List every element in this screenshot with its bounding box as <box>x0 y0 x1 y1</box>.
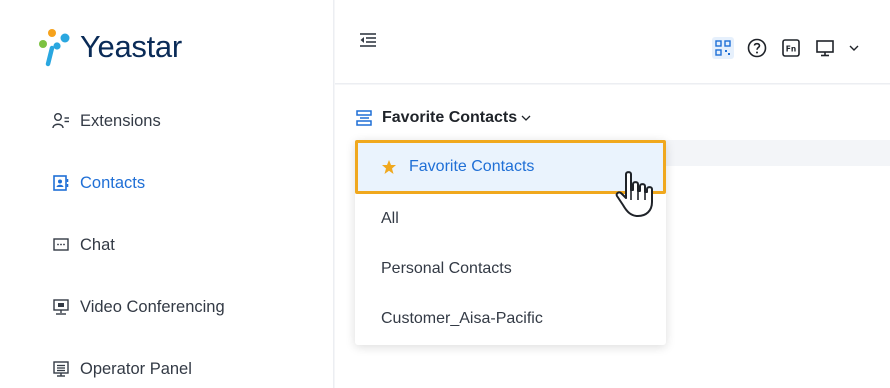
top-bar-actions: Fn <box>712 37 860 59</box>
contact-book-icon <box>52 174 70 192</box>
sidebar: Yeastar Extensions Contacts Chat Video C <box>0 0 334 388</box>
help-icon[interactable] <box>746 37 768 59</box>
chevron-down-icon <box>520 112 532 124</box>
brand-name: Yeastar <box>80 29 182 64</box>
qr-code-icon[interactable] <box>712 37 734 59</box>
yeastar-logo-icon <box>39 29 70 67</box>
dropdown-option-personal-contacts[interactable]: Personal Contacts <box>355 244 666 294</box>
sidebar-item-operator-panel[interactable]: Operator Panel <box>52 354 192 384</box>
sidebar-item-label: Operator Panel <box>80 359 192 378</box>
dropdown-option-label: Customer_Aisa-Pacific <box>381 310 543 327</box>
app-window: Yeastar Extensions Contacts Chat Video C <box>0 0 890 388</box>
video-conference-icon <box>52 298 70 316</box>
user-list-icon <box>52 112 70 130</box>
svg-text:Fn: Fn <box>786 45 796 54</box>
list-select-icon <box>355 109 373 127</box>
sidebar-item-label: Video Conferencing <box>80 297 225 316</box>
sidebar-item-extensions[interactable]: Extensions <box>52 106 161 136</box>
dropdown-option-label: All <box>381 210 399 227</box>
logo: Yeastar <box>34 24 182 68</box>
sidebar-item-video-conferencing[interactable]: Video Conferencing <box>52 292 225 322</box>
dropdown-option-label: Favorite Contacts <box>409 158 535 175</box>
sidebar-item-label: Extensions <box>80 111 161 130</box>
collapse-menu-icon[interactable] <box>359 32 377 48</box>
operator-panel-icon <box>52 360 70 378</box>
sidebar-item-contacts[interactable]: Contacts <box>52 168 145 198</box>
hand-pointer-cursor-icon <box>615 171 653 217</box>
selector-label: Favorite Contacts <box>382 109 518 126</box>
monitor-icon[interactable] <box>814 37 836 59</box>
chat-icon <box>52 236 70 254</box>
sidebar-item-label: Contacts <box>80 173 146 192</box>
content-header-strip <box>660 140 890 166</box>
star-icon <box>381 159 397 175</box>
dropdown-option-customer-aisa-pacific[interactable]: Customer_Aisa-Pacific <box>355 294 666 344</box>
dropdown-option-label: Personal Contacts <box>381 260 512 277</box>
sidebar-item-chat[interactable]: Chat <box>52 230 115 260</box>
contacts-category-selector[interactable]: Favorite Contacts <box>355 106 532 130</box>
sidebar-item-label: Chat <box>80 235 115 254</box>
chevron-down-icon[interactable] <box>848 37 860 59</box>
function-key-icon[interactable]: Fn <box>780 37 802 59</box>
